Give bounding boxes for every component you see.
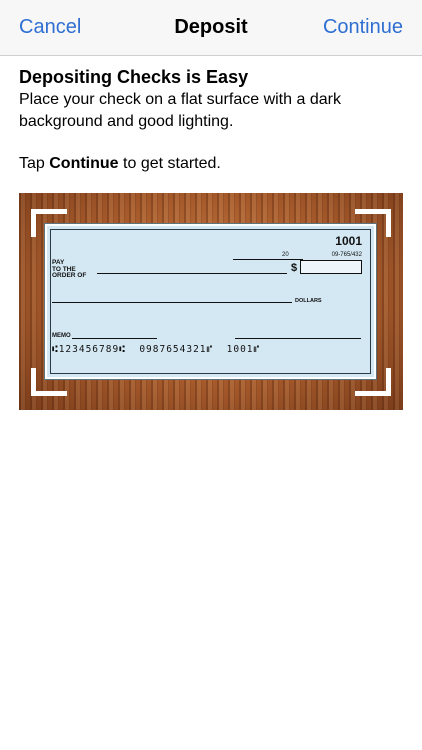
check-fraction-routing: 09-765/432	[331, 252, 362, 258]
check-date-year: 20	[281, 252, 290, 258]
check-number: 1001	[335, 234, 362, 248]
check-amount-box	[300, 260, 362, 274]
continue-button[interactable]: Continue	[323, 16, 403, 39]
instructions-tap-hint: Tap Continue to get started.	[19, 153, 409, 175]
navigation-bar: Cancel Deposit Continue	[0, 0, 422, 56]
sample-check-photo: 1001 09-765/432 20 PAY TO THE ORDER OF $…	[19, 193, 403, 410]
check-date-line	[233, 259, 303, 260]
check-memo-line	[72, 338, 157, 339]
check-amount-words-line	[52, 302, 292, 303]
tap-suffix: to get started.	[118, 155, 221, 172]
tap-prefix: Tap	[19, 155, 50, 172]
check-dollars-label: DOLLARS	[295, 298, 322, 304]
check-dollar-sign: $	[291, 262, 298, 274]
check-payee-line	[97, 273, 287, 274]
tap-bold-continue: Continue	[49, 155, 119, 172]
instructions-description: Place your check on a flat surface with …	[19, 91, 341, 130]
pay-line-3: ORDER OF	[52, 272, 87, 279]
check-memo-label: MEMO	[52, 333, 71, 339]
sample-check: 1001 09-765/432 20 PAY TO THE ORDER OF $…	[44, 223, 377, 380]
check-micr-line: ⑆123456789⑆ 0987654321⑈ 1001⑈	[52, 344, 261, 355]
check-pay-to-label: PAY TO THE ORDER OF	[52, 259, 87, 280]
instructions: Depositing Checks is Easy Place your che…	[19, 66, 409, 175]
check-signature-line	[235, 338, 361, 339]
instructions-heading: Depositing Checks is Easy	[19, 67, 249, 87]
